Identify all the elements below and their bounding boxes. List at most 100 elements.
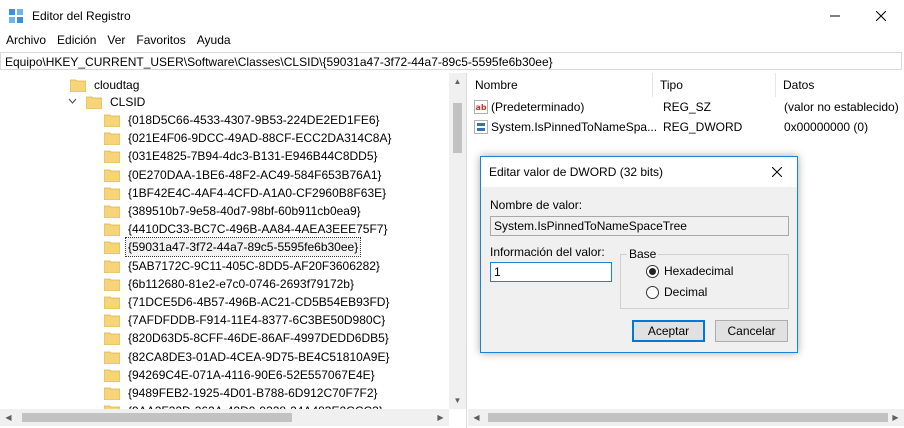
tree-item-clsid-child[interactable]: {59031a47-3f72-44a7-89c5-5595fe6b30ee} [104, 237, 362, 258]
folder-icon [104, 369, 120, 382]
dialog-title: Editar valor de DWORD (32 bits) [489, 165, 664, 179]
cancel-button[interactable]: Cancelar [715, 320, 788, 342]
scroll-down-icon[interactable]: ▼ [449, 392, 466, 409]
scroll-left-icon[interactable]: ◀ [468, 409, 485, 426]
list-item[interactable]: System.IsPinnedToNameSpa... REG_DWORD 0x… [468, 117, 904, 137]
tree-item-label: {1BF42E4C-4AF4-4CFD-A1A0-CF2960B8F63E} [128, 185, 387, 200]
column-header-data[interactable]: Datos [776, 73, 904, 97]
folder-icon [104, 169, 120, 182]
scroll-right-icon[interactable]: ▶ [887, 409, 904, 426]
tree-item-clsid[interactable]: CLSID [68, 92, 147, 112]
string-value-icon: ab [474, 100, 488, 114]
value-data-input[interactable]: 1 [490, 262, 612, 282]
svg-text:ab: ab [476, 103, 487, 112]
base-group-label: Base [627, 247, 659, 261]
tree-item-label: {021E4F06-9DCC-49AD-88CF-ECC2DA314C8A} [128, 131, 392, 146]
tree-item-clsid-child[interactable]: {9489FEB2-1925-4D01-B788-6D912C70F7F2} [104, 383, 380, 403]
folder-icon [104, 278, 120, 291]
menu-ver[interactable]: Ver [101, 31, 130, 50]
tree-item-clsid-child[interactable]: {031E4825-7B94-4dc3-B131-E946B44C8DD5} [104, 146, 380, 166]
tree-item-label: {0E270DAA-1BE6-48F2-AC49-584F653B76A1} [128, 167, 382, 182]
tree-vertical-scrollbar[interactable]: ▲ ▼ [449, 73, 466, 409]
tree-item-label: {9489FEB2-1925-4D01-B788-6D912C70F7F2} [128, 386, 378, 400]
folder-icon [104, 150, 120, 164]
tree-item-label: {5AB7172C-9C11-405C-8DD5-AF20F3606282} [128, 258, 380, 273]
tree-item-clsid-child[interactable]: {7AFDFDDB-F914-11E4-8377-6C3BE50D980C} [104, 310, 387, 330]
menu-ayuda[interactable]: Ayuda [191, 31, 236, 50]
binary-value-icon [474, 120, 488, 134]
column-header-type[interactable]: Tipo [653, 73, 776, 97]
value-data-label: Información del valor: [490, 245, 605, 259]
minimize-button[interactable] [812, 0, 858, 31]
folder-icon [104, 387, 120, 400]
scroll-left-icon[interactable]: ◀ [0, 409, 17, 426]
folder-icon [104, 351, 120, 364]
menu-edicion[interactable]: Edición [51, 31, 101, 50]
radio-selected-icon[interactable] [646, 264, 659, 278]
close-icon [876, 10, 886, 21]
scroll-up-icon[interactable]: ▲ [449, 73, 466, 90]
folder-icon [104, 260, 120, 273]
folder-icon [104, 241, 120, 255]
tree-item-clsid-child[interactable]: {0E270DAA-1BE6-48F2-AC49-584F653B76A1} [104, 165, 384, 185]
folder-icon [70, 79, 86, 92]
tree-item-label: {82CA8DE3-01AD-4CEA-9D75-BE4C51810A9E} [128, 349, 390, 364]
tree-item-clsid-child[interactable]: {820D63D5-8CFF-46DE-86AF-4997DEDD6DB5} [104, 328, 391, 348]
dialog-close-button[interactable] [757, 157, 797, 187]
tree-item-clsid-child[interactable]: {94269C4E-071A-4116-90E6-52E557067E4E} [104, 365, 377, 385]
close-button[interactable] [858, 0, 904, 31]
tree-item-label: {4410DC33-BC7C-496B-AA84-4AEA3EEE75F7} [128, 222, 388, 237]
tree-item-clsid-child[interactable]: {71DCE5D6-4B57-496B-AC21-CD5B54EB93FD} [104, 292, 391, 312]
folder-icon [104, 296, 120, 309]
tree-horizontal-scrollbar[interactable]: ◀ ▶ [0, 409, 449, 426]
folder-icon [104, 205, 120, 218]
accept-button[interactable]: Aceptar [632, 320, 705, 342]
registry-editor-icon [9, 8, 23, 23]
tree-item-label: {7AFDFDDB-F914-11E4-8377-6C3BE50D980C} [128, 313, 386, 328]
tree-item-clsid-child[interactable]: {021E4F06-9DCC-49AD-88CF-ECC2DA314C8A} [104, 128, 393, 148]
folder-icon [104, 187, 120, 200]
dialog-title-bar: Editar valor de DWORD (32 bits) [481, 157, 797, 187]
tree-item-label: {018D5C66-4533-4307-9B53-224DE2ED1FE6} [128, 113, 380, 127]
list-item[interactable]: ab (Predeterminado) REG_SZ (valor no est… [468, 97, 904, 117]
radio-hexadecimal[interactable]: Hexadecimal [646, 264, 733, 278]
radio-unselected-icon[interactable] [646, 285, 659, 299]
tree-item-clsid-child[interactable]: {389510b7-9e58-40d7-98bf-60b911cb0ea9} [104, 201, 363, 221]
menu-archivo[interactable]: Archivo [0, 31, 51, 50]
chevron-down-icon [68, 98, 77, 104]
tree-item-clsid-child[interactable]: {4410DC33-BC7C-496B-AA84-4AEA3EEE75F7} [104, 219, 390, 239]
folder-icon [104, 332, 120, 346]
tree-horizontal-scroll-thumb[interactable] [22, 413, 292, 422]
folder-icon [104, 132, 120, 146]
address-bar[interactable]: Equipo\HKEY_CURRENT_USER\Software\Classe… [0, 52, 902, 70]
folder-icon [104, 114, 120, 127]
folder-icon [104, 223, 120, 237]
tree-item-clsid-child[interactable]: {82CA8DE3-01AD-4CEA-9D75-BE4C51810A9E} [104, 347, 392, 367]
list-horizontal-scrollbar[interactable]: ◀ ▶ [468, 409, 904, 426]
list-header: Nombre Tipo Datos [468, 73, 904, 97]
tree-item-clsid-child[interactable]: {6b112680-81e2-e7c0-0746-2693f79172b} [104, 274, 356, 294]
value-name-field: System.IsPinnedToNameSpaceTree [490, 216, 789, 236]
value-name-label: Nombre de valor: [490, 198, 583, 212]
tree-item-label: {71DCE5D6-4B57-496B-AC21-CD5B54EB93FD} [128, 295, 390, 309]
key-tree-pane: cloudtag CLSID {018D5C66-4533-4307-9B53-… [0, 73, 467, 428]
list-horizontal-scroll-thumb[interactable] [488, 413, 888, 422]
edit-dword-dialog: Editar valor de DWORD (32 bits) Nombre d… [480, 156, 798, 353]
title-bar: Editor del Registro [0, 0, 904, 31]
tree-item-clsid-child[interactable]: {1BF42E4C-4AF4-4CFD-A1A0-CF2960B8F63E} [104, 183, 388, 203]
menu-favoritos[interactable]: Favoritos [130, 31, 190, 50]
tree-item-label: {820D63D5-8CFF-46DE-86AF-4997DEDD6DB5} [128, 331, 389, 346]
tree-item-label: {6b112680-81e2-e7c0-0746-2693f79172b} [128, 276, 354, 291]
column-header-name[interactable]: Nombre [468, 73, 653, 97]
radio-decimal[interactable]: Decimal [646, 285, 707, 299]
folder-icon [86, 96, 102, 109]
tree-item-label: {59031a47-3f72-44a7-89c5-5595fe6b30ee} [124, 237, 362, 258]
tree-vertical-scroll-thumb[interactable] [453, 103, 462, 153]
menu-bar: Archivo Edición Ver Favoritos Ayuda [0, 31, 904, 50]
scroll-right-icon[interactable]: ▶ [432, 409, 449, 426]
window-title: Editor del Registro [32, 8, 131, 23]
folder-icon [104, 314, 120, 328]
base-group: Base Hexadecimal Decimal [620, 247, 789, 309]
tree-item-clsid-child[interactable]: {018D5C66-4533-4307-9B53-224DE2ED1FE6} [104, 110, 382, 130]
tree-item-clsid-child[interactable]: {5AB7172C-9C11-405C-8DD5-AF20F3606282} [104, 256, 382, 276]
